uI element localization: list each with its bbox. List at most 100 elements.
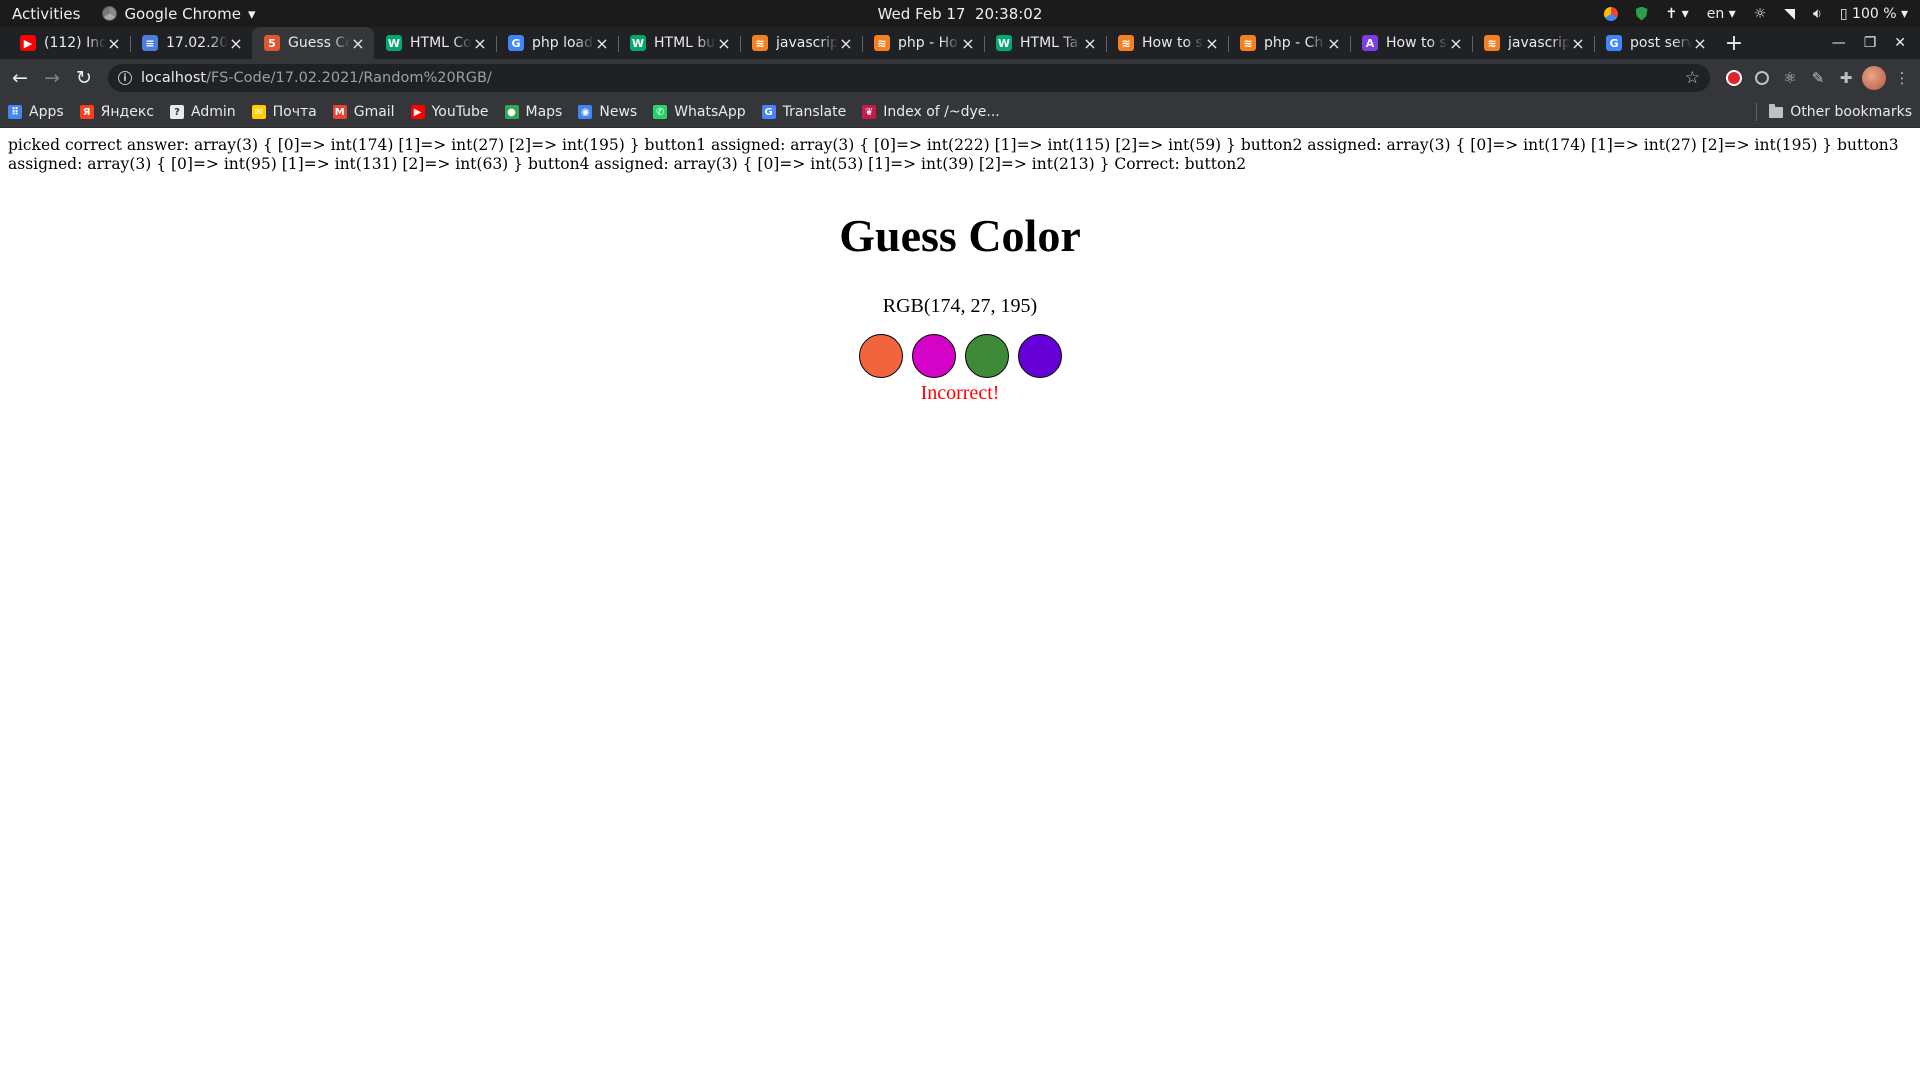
bookmark-label: Яндекс (100, 104, 154, 120)
close-icon[interactable]: × (1082, 34, 1098, 53)
folder-icon (1769, 103, 1784, 118)
brightness-icon[interactable]: ☼ (1754, 6, 1767, 22)
close-icon[interactable]: × (1204, 34, 1220, 53)
close-icon[interactable]: × (228, 34, 244, 53)
back-arrow-icon[interactable]: ← (6, 64, 34, 92)
bookmark-8[interactable]: ◉ News (578, 104, 637, 120)
accessibility-icon[interactable]: ✝ ▾ (1666, 6, 1689, 22)
close-icon[interactable]: × (960, 34, 976, 53)
bookmark-11[interactable]: ❦ Index of /~dye... (862, 104, 1000, 120)
tab-10[interactable]: ≋ How to s × (1106, 27, 1228, 59)
close-icon[interactable]: × (594, 34, 610, 53)
tab-6[interactable]: W HTML bu × (618, 27, 740, 59)
close-icon[interactable]: × (716, 34, 732, 53)
menu-kebab-icon[interactable]: ⋮ (1890, 66, 1914, 90)
w3-icon: W (386, 35, 402, 51)
bookmark-1[interactable]: ⠿ Apps (8, 104, 64, 120)
close-icon[interactable]: × (1326, 34, 1342, 53)
new-tab-icon[interactable]: + (1718, 27, 1750, 59)
tab-2[interactable]: ≡ 17.02.2021× (130, 27, 252, 59)
extension-feather-icon[interactable]: ✎ (1806, 66, 1830, 90)
bookmark-star-icon[interactable]: ☆ (1685, 68, 1700, 88)
tab-title: (112) Ind (44, 35, 106, 51)
stackoverflow-icon: ≋ (874, 35, 890, 51)
bookmark-2[interactable]: Я Яндекс (79, 104, 154, 120)
bookmark-9[interactable]: ✆ WhatsApp (653, 104, 746, 120)
reload-icon[interactable]: ↻ (70, 64, 98, 92)
extensions-puzzle-icon[interactable]: ✚ (1834, 66, 1858, 90)
volume-icon[interactable]: 🔉︎ (1813, 6, 1822, 22)
chrome-indicator-icon[interactable] (1603, 6, 1618, 21)
tab-11[interactable]: ≋ php - Ch × (1228, 27, 1350, 59)
tab-4[interactable]: W HTML Code× (374, 27, 496, 59)
tab-3[interactable]: 5 Guess Color× (252, 27, 374, 59)
color-button-1[interactable] (858, 334, 903, 378)
tab-title: How to s (1386, 35, 1447, 51)
bookmark-6[interactable]: ▶ YouTube (410, 104, 489, 120)
stackoverflow-icon: ≋ (1484, 35, 1500, 51)
tab-12[interactable]: A How to s × (1350, 27, 1472, 59)
color-button-4[interactable] (1017, 334, 1062, 378)
close-icon[interactable]: × (472, 34, 488, 53)
activities-button[interactable]: Activities (0, 5, 94, 23)
debug-output: picked correct answer: array(3) { [0]=> … (8, 136, 1899, 173)
bookmarks-separator (1756, 103, 1758, 121)
close-window-icon[interactable]: ✕ (1894, 35, 1906, 51)
close-icon[interactable]: × (1570, 34, 1586, 53)
tab-14[interactable]: Gpost serv × (1594, 27, 1716, 59)
bookmark-label: Maps (525, 104, 563, 120)
extension-red-icon[interactable] (1722, 66, 1746, 90)
address-bar[interactable]: i localhost/FS-Code/17.02.2021/Random%20… (108, 64, 1710, 92)
bookmark-5[interactable]: M Gmail (332, 104, 395, 120)
profile-avatar[interactable] (1862, 66, 1886, 90)
news-icon: ◉ (578, 105, 593, 119)
battery-indicator[interactable]: ▯ 100 % ▾ (1840, 6, 1908, 22)
tab-9[interactable]: W HTML Ta × (984, 27, 1106, 59)
rgb-value-label: RGB(174, 27, 195) (882, 295, 1038, 317)
bookmark-10[interactable]: G Translate (761, 104, 846, 120)
forward-arrow-icon[interactable]: → (38, 64, 66, 92)
tab-title: post serv (1630, 35, 1692, 51)
tab-13[interactable]: ≋ javascript × (1472, 27, 1594, 59)
wifi-icon[interactable]: ◥ (1784, 6, 1795, 22)
close-icon[interactable]: × (350, 34, 366, 53)
app-menu[interactable]: Google Chrome ▾ (94, 5, 255, 23)
tab-title: javascript (776, 35, 838, 51)
close-icon[interactable]: × (1448, 34, 1464, 53)
color-button-2[interactable] (911, 334, 956, 378)
close-icon[interactable]: × (838, 34, 854, 53)
other-bookmarks[interactable]: Other bookmarks (1769, 103, 1912, 120)
stackoverflow-icon: ≋ (1118, 35, 1134, 51)
language-indicator[interactable]: en ▾ (1707, 6, 1736, 22)
tab-title: HTML bu (654, 35, 716, 51)
tab-5[interactable]: Gphp load × (496, 27, 618, 59)
youtube-icon: ▶ (410, 105, 425, 119)
close-icon[interactable]: × (106, 34, 122, 53)
site-icon: A (1362, 35, 1378, 51)
bookmark-label: Index of /~dye... (883, 104, 1000, 120)
bookmark-4[interactable]: ✉ Почта (251, 104, 317, 120)
bookmark-7[interactable]: ● Maps (504, 104, 563, 120)
raspberry-icon: ❦ (862, 105, 877, 119)
tab-1[interactable]: ▶ (112) Ind × (8, 27, 130, 59)
bookmark-label: Почта (272, 104, 317, 120)
bookmark-label: Apps (29, 104, 64, 120)
color-options (0, 334, 1920, 378)
clock[interactable]: Wed Feb 17 20:38:02 (878, 5, 1043, 23)
restore-icon[interactable]: ❐ (1864, 35, 1877, 51)
shield-icon[interactable] (1635, 6, 1648, 21)
info-icon[interactable]: i (118, 71, 132, 85)
stackoverflow-icon: ≋ (752, 35, 768, 51)
bookmark-label: Gmail (353, 104, 395, 120)
extension-react-icon[interactable]: ⚛ (1778, 66, 1802, 90)
tab-8[interactable]: ≋ php - Ho × (862, 27, 984, 59)
chrome-app-icon (102, 6, 118, 21)
tab-7[interactable]: ≋ javascript × (740, 27, 862, 59)
extension-ring-icon[interactable] (1750, 66, 1774, 90)
close-icon[interactable]: × (1692, 34, 1708, 53)
bookmark-3[interactable]: ? Admin (169, 104, 236, 120)
color-button-3[interactable] (964, 334, 1009, 378)
minimize-icon[interactable]: — (1832, 35, 1846, 51)
window-controls: — ❐ ✕ (1832, 27, 1920, 59)
w3-icon: W (996, 35, 1012, 51)
